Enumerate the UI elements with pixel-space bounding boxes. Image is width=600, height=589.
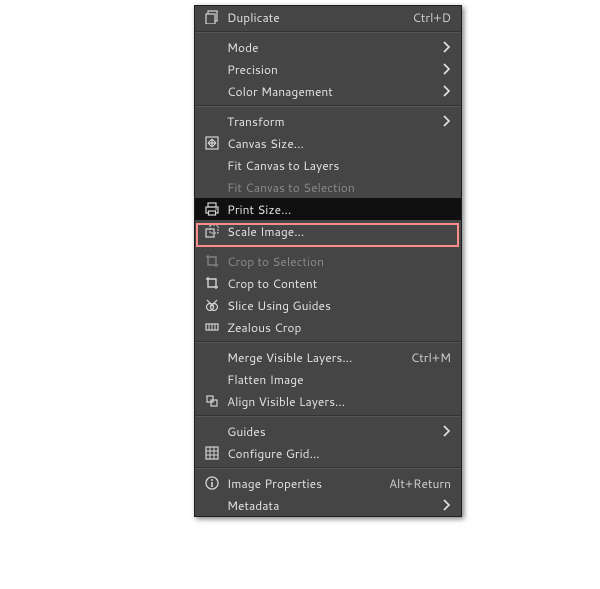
menu-item-flatten-image[interactable]: Flatten Image bbox=[195, 368, 461, 390]
chevron-right-icon bbox=[441, 498, 451, 512]
menu-item-image-properties[interactable]: Image Properties Alt+Return bbox=[195, 472, 461, 494]
menu-separator bbox=[195, 415, 461, 417]
grid-icon bbox=[203, 446, 221, 460]
printer-icon bbox=[203, 202, 221, 216]
crop-icon bbox=[203, 276, 221, 290]
context-menu: Duplicate Ctrl+D Mode Precision Color Ma… bbox=[194, 5, 462, 517]
menu-item-label: Merge Visible Layers... bbox=[221, 349, 403, 366]
menu-item-crop-content[interactable]: Crop to Content bbox=[195, 272, 461, 294]
menu-item-label: Fit Canvas to Layers bbox=[221, 157, 451, 174]
crop-icon bbox=[203, 254, 221, 268]
menu-item-label: Align Visible Layers... bbox=[221, 393, 451, 410]
menu-item-color-management[interactable]: Color Management bbox=[195, 80, 461, 102]
menu-item-precision[interactable]: Precision bbox=[195, 58, 461, 80]
chevron-right-icon bbox=[441, 424, 451, 438]
menu-item-label: Duplicate bbox=[221, 9, 404, 26]
menu-item-label: Image Properties bbox=[221, 475, 381, 492]
menu-item-label: Scale Image... bbox=[221, 223, 451, 240]
chevron-right-icon bbox=[441, 84, 451, 98]
menu-item-label: Crop to Selection bbox=[221, 253, 451, 270]
duplicate-icon bbox=[203, 10, 221, 24]
menu-item-shortcut: Ctrl+M bbox=[403, 349, 451, 366]
menu-item-zealous-crop[interactable]: Zealous Crop bbox=[195, 316, 461, 338]
menu-item-label: Crop to Content bbox=[221, 275, 451, 292]
info-icon bbox=[203, 476, 221, 490]
chevron-right-icon bbox=[441, 62, 451, 76]
menu-item-label: Zealous Crop bbox=[221, 319, 451, 336]
menu-separator bbox=[195, 341, 461, 343]
menu-item-fit-canvas-selection: Fit Canvas to Selection bbox=[195, 176, 461, 198]
menu-item-label: Precision bbox=[221, 61, 441, 78]
canvas-size-icon bbox=[203, 136, 221, 150]
menu-item-label: Metadata bbox=[221, 497, 441, 514]
align-icon bbox=[203, 394, 221, 408]
menu-item-label: Canvas Size... bbox=[221, 135, 451, 152]
menu-item-fit-canvas-layers[interactable]: Fit Canvas to Layers bbox=[195, 154, 461, 176]
menu-item-label: Mode bbox=[221, 39, 441, 56]
menu-item-canvas-size[interactable]: Canvas Size... bbox=[195, 132, 461, 154]
menu-separator bbox=[195, 245, 461, 247]
menu-item-merge-visible[interactable]: Merge Visible Layers... Ctrl+M bbox=[195, 346, 461, 368]
menu-item-label: Slice Using Guides bbox=[221, 297, 451, 314]
menu-item-crop-selection: Crop to Selection bbox=[195, 250, 461, 272]
menu-item-configure-grid[interactable]: Configure Grid... bbox=[195, 442, 461, 464]
menu-item-slice-guides[interactable]: Slice Using Guides bbox=[195, 294, 461, 316]
menu-item-label: Configure Grid... bbox=[221, 445, 451, 462]
menu-item-label: Print Size... bbox=[221, 201, 451, 218]
menu-item-align-visible[interactable]: Align Visible Layers... bbox=[195, 390, 461, 412]
menu-item-label: Color Management bbox=[221, 83, 441, 100]
menu-item-label: Guides bbox=[221, 423, 441, 440]
menu-item-print-size[interactable]: Print Size... bbox=[195, 198, 461, 220]
zealous-icon bbox=[203, 320, 221, 334]
menu-item-label: Transform bbox=[221, 113, 441, 130]
menu-separator bbox=[195, 31, 461, 33]
menu-item-guides[interactable]: Guides bbox=[195, 420, 461, 442]
chevron-right-icon bbox=[441, 114, 451, 128]
menu-item-shortcut: Alt+Return bbox=[381, 475, 451, 492]
menu-item-metadata[interactable]: Metadata bbox=[195, 494, 461, 516]
menu-item-label: Fit Canvas to Selection bbox=[221, 179, 451, 196]
slice-icon bbox=[203, 298, 221, 312]
menu-item-label: Flatten Image bbox=[221, 371, 451, 388]
menu-item-duplicate[interactable]: Duplicate Ctrl+D bbox=[195, 6, 461, 28]
menu-item-scale-image[interactable]: Scale Image... bbox=[195, 220, 461, 242]
menu-item-mode[interactable]: Mode bbox=[195, 36, 461, 58]
menu-item-shortcut: Ctrl+D bbox=[404, 9, 451, 26]
menu-item-transform[interactable]: Transform bbox=[195, 110, 461, 132]
chevron-right-icon bbox=[441, 40, 451, 54]
menu-separator bbox=[195, 105, 461, 107]
menu-separator bbox=[195, 467, 461, 469]
scale-icon bbox=[203, 224, 221, 238]
